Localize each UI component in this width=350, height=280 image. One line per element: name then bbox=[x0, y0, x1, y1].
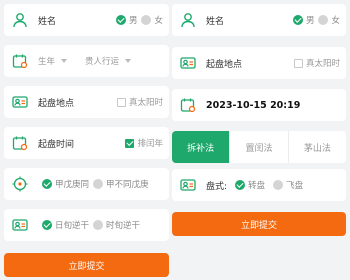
fortune-select[interactable]: 贵人行运 bbox=[85, 55, 132, 67]
time-label: 起盘时间 bbox=[38, 139, 75, 150]
pan-row[interactable]: 盘式: 转盘 飞盘 bbox=[172, 169, 346, 201]
tab-maoshan[interactable]: 茅山法 bbox=[287, 131, 346, 163]
calendar-icon bbox=[12, 135, 28, 151]
true-solar-checkbox[interactable]: 真太阳时 bbox=[293, 57, 340, 69]
pan-rotate-radio[interactable]: 转盘 bbox=[235, 179, 265, 191]
true-solar-checkbox[interactable]: 真太阳时 bbox=[116, 96, 163, 108]
datetime-value[interactable]: 2023-10-15 20:19 bbox=[206, 100, 300, 111]
pan-label: 盘式: bbox=[206, 181, 228, 192]
name-row[interactable]: 姓名 男 女 bbox=[4, 4, 169, 36]
gender-female-radio[interactable]: 女 bbox=[141, 14, 163, 26]
user-icon bbox=[12, 12, 28, 28]
id-card-icon bbox=[12, 217, 28, 233]
name-label: 姓名 bbox=[38, 16, 57, 27]
chevron-down-icon bbox=[61, 59, 68, 63]
hour-xun-option[interactable]: 时旬逆干 bbox=[93, 219, 140, 231]
wuxu-option-2[interactable]: 甲不同戊庚 bbox=[93, 178, 149, 190]
gender-female-radio[interactable]: 女 bbox=[318, 14, 340, 26]
gender-male-radio[interactable]: 男 bbox=[292, 14, 314, 26]
tab-zhirun[interactable]: 置闰法 bbox=[229, 131, 287, 163]
calendar-icon bbox=[180, 97, 196, 113]
chevron-down-icon bbox=[125, 59, 132, 63]
birth-row[interactable]: 生年 贵人行运 bbox=[4, 45, 169, 77]
place-label: 起盘地点 bbox=[206, 59, 243, 70]
gender-male-radio[interactable]: 男 bbox=[115, 14, 137, 26]
tab-chaibu[interactable]: 拆补法 bbox=[172, 131, 230, 163]
target-icon bbox=[12, 176, 28, 192]
id-card-icon bbox=[12, 94, 28, 110]
calendar-icon bbox=[12, 53, 28, 69]
id-card-icon bbox=[180, 177, 196, 193]
xun-row[interactable]: 日旬逆干 时旬逆干 bbox=[4, 209, 169, 241]
day-xun-option[interactable]: 日旬逆干 bbox=[42, 219, 89, 231]
user-icon bbox=[180, 12, 196, 28]
datetime-row[interactable]: 2023-10-15 20:19 bbox=[172, 89, 346, 121]
pan-fly-radio[interactable]: 飞盘 bbox=[273, 179, 303, 191]
submit-button[interactable]: 立即提交 bbox=[172, 212, 346, 236]
time-row[interactable]: 起盘时间 排闰年 bbox=[4, 127, 169, 159]
name-row[interactable]: 姓名 男 女 bbox=[172, 4, 346, 36]
place-row[interactable]: 起盘地点 真太阳时 bbox=[4, 86, 169, 118]
name-label: 姓名 bbox=[206, 16, 225, 27]
submit-button[interactable]: 立即提交 bbox=[4, 253, 169, 277]
wuxu-row[interactable]: 甲戊庚同 甲不同戊庚 bbox=[4, 168, 169, 200]
birth-year-select[interactable]: 生年 bbox=[38, 55, 68, 67]
leap-year-checkbox[interactable]: 排闰年 bbox=[125, 137, 163, 149]
place-label: 起盘地点 bbox=[38, 98, 75, 109]
id-card-icon bbox=[180, 55, 196, 71]
wuxu-option-1[interactable]: 甲戊庚同 bbox=[42, 178, 89, 190]
place-row[interactable]: 起盘地点 真太阳时 bbox=[172, 47, 346, 79]
method-tabs: 拆补法 置闰法 茅山法 bbox=[172, 131, 346, 163]
